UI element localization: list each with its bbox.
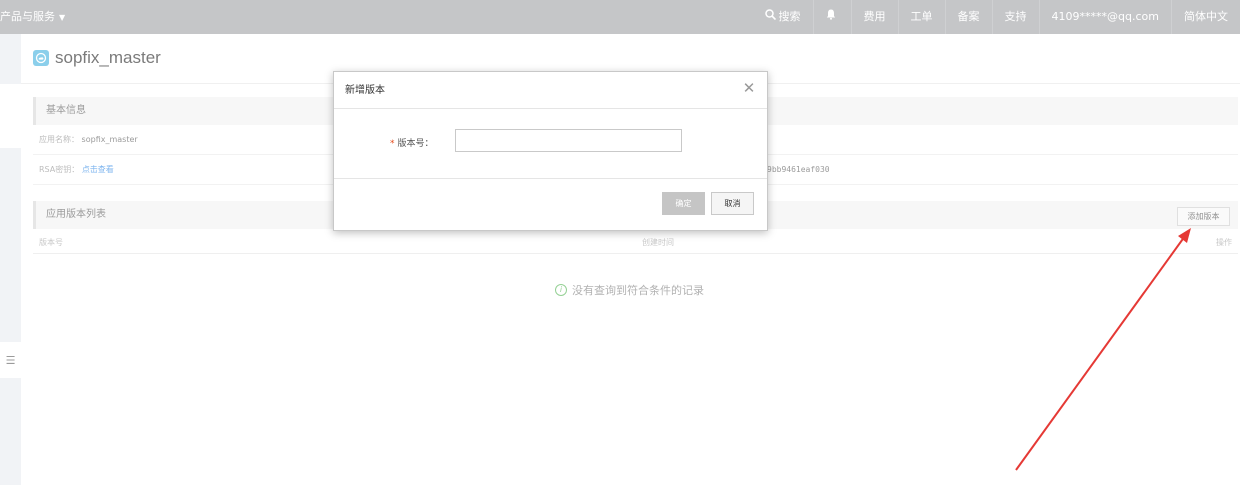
app-name-value: sopfix_master	[81, 135, 138, 144]
notification-bell[interactable]	[812, 0, 851, 34]
cancel-button[interactable]: 取消	[711, 192, 754, 215]
empty-state: i 没有查询到符合条件的记录	[555, 282, 704, 298]
caret-down-icon: ▼	[59, 13, 66, 22]
search-nav[interactable]: 搜索	[753, 0, 813, 34]
record-nav[interactable]: 备案	[944, 0, 992, 34]
basic-info-title: 基本信息	[46, 105, 86, 116]
dialog-footer: 确定 取消	[334, 179, 767, 230]
required-mark: *	[390, 139, 395, 149]
dialog-body: * 版本号：	[334, 109, 767, 179]
support-nav[interactable]: 支持	[991, 0, 1039, 34]
key-value-tail: 9bb9461eaf030	[767, 165, 830, 174]
fee-nav[interactable]: 费用	[850, 0, 898, 34]
app-header: sopfix_master	[33, 48, 161, 68]
dialog-header: 新增版本 ✕	[334, 72, 767, 109]
column-actions: 操作	[1216, 238, 1232, 247]
search-label: 搜索	[778, 10, 801, 23]
products-services-menu[interactable]: 产品与服务 ▼	[0, 0, 65, 34]
rsa-key-label: RSA密钥：	[39, 165, 80, 174]
version-field-label-text: 版本号：	[397, 139, 434, 149]
account-menu[interactable]: 4109*****@qq.com	[1038, 0, 1171, 34]
sidebar-toggle[interactable]: ☰	[0, 342, 21, 378]
language-switch[interactable]: 简体中文	[1171, 0, 1240, 34]
confirm-button[interactable]: 确定	[662, 192, 705, 215]
app-name-label: 应用名称：	[39, 135, 79, 144]
top-nav-items: 搜索 费用 工单 备案 支持 4109*****@qq.com 简体中文	[753, 0, 1240, 34]
add-version-button[interactable]: 添加版本	[1177, 207, 1230, 226]
page-title: sopfix_master	[55, 48, 161, 67]
column-created-time: 创建时间	[642, 238, 674, 247]
dialog-title: 新增版本	[345, 85, 385, 96]
add-version-dialog: 新增版本 ✕ * 版本号： 确定 取消	[333, 71, 768, 231]
column-version: 版本号	[39, 238, 63, 247]
top-navbar: 产品与服务 ▼ 搜索 费用 工单 备案 支持 4109*****@qq.com 简…	[0, 0, 1240, 34]
version-list-title: 应用版本列表	[46, 209, 106, 220]
search-icon	[764, 0, 776, 34]
bell-icon	[826, 0, 836, 34]
version-number-input[interactable]	[455, 129, 682, 152]
close-icon[interactable]: ✕	[742, 81, 756, 96]
version-table-header: 版本号 创建时间 操作	[33, 230, 1238, 254]
info-icon: i	[555, 284, 567, 296]
empty-text: 没有查询到符合条件的记录	[572, 284, 704, 297]
sidebar-active-area	[0, 84, 21, 148]
left-sidebar: ☰	[0, 34, 21, 485]
products-services-label: 产品与服务	[0, 10, 55, 23]
version-field-label: * 版本号：	[390, 136, 434, 149]
rsa-view-link[interactable]: 点击查看	[82, 165, 114, 174]
cloud-app-icon	[33, 50, 49, 66]
ticket-nav[interactable]: 工单	[897, 0, 945, 34]
menu-icon: ☰	[5, 353, 16, 367]
